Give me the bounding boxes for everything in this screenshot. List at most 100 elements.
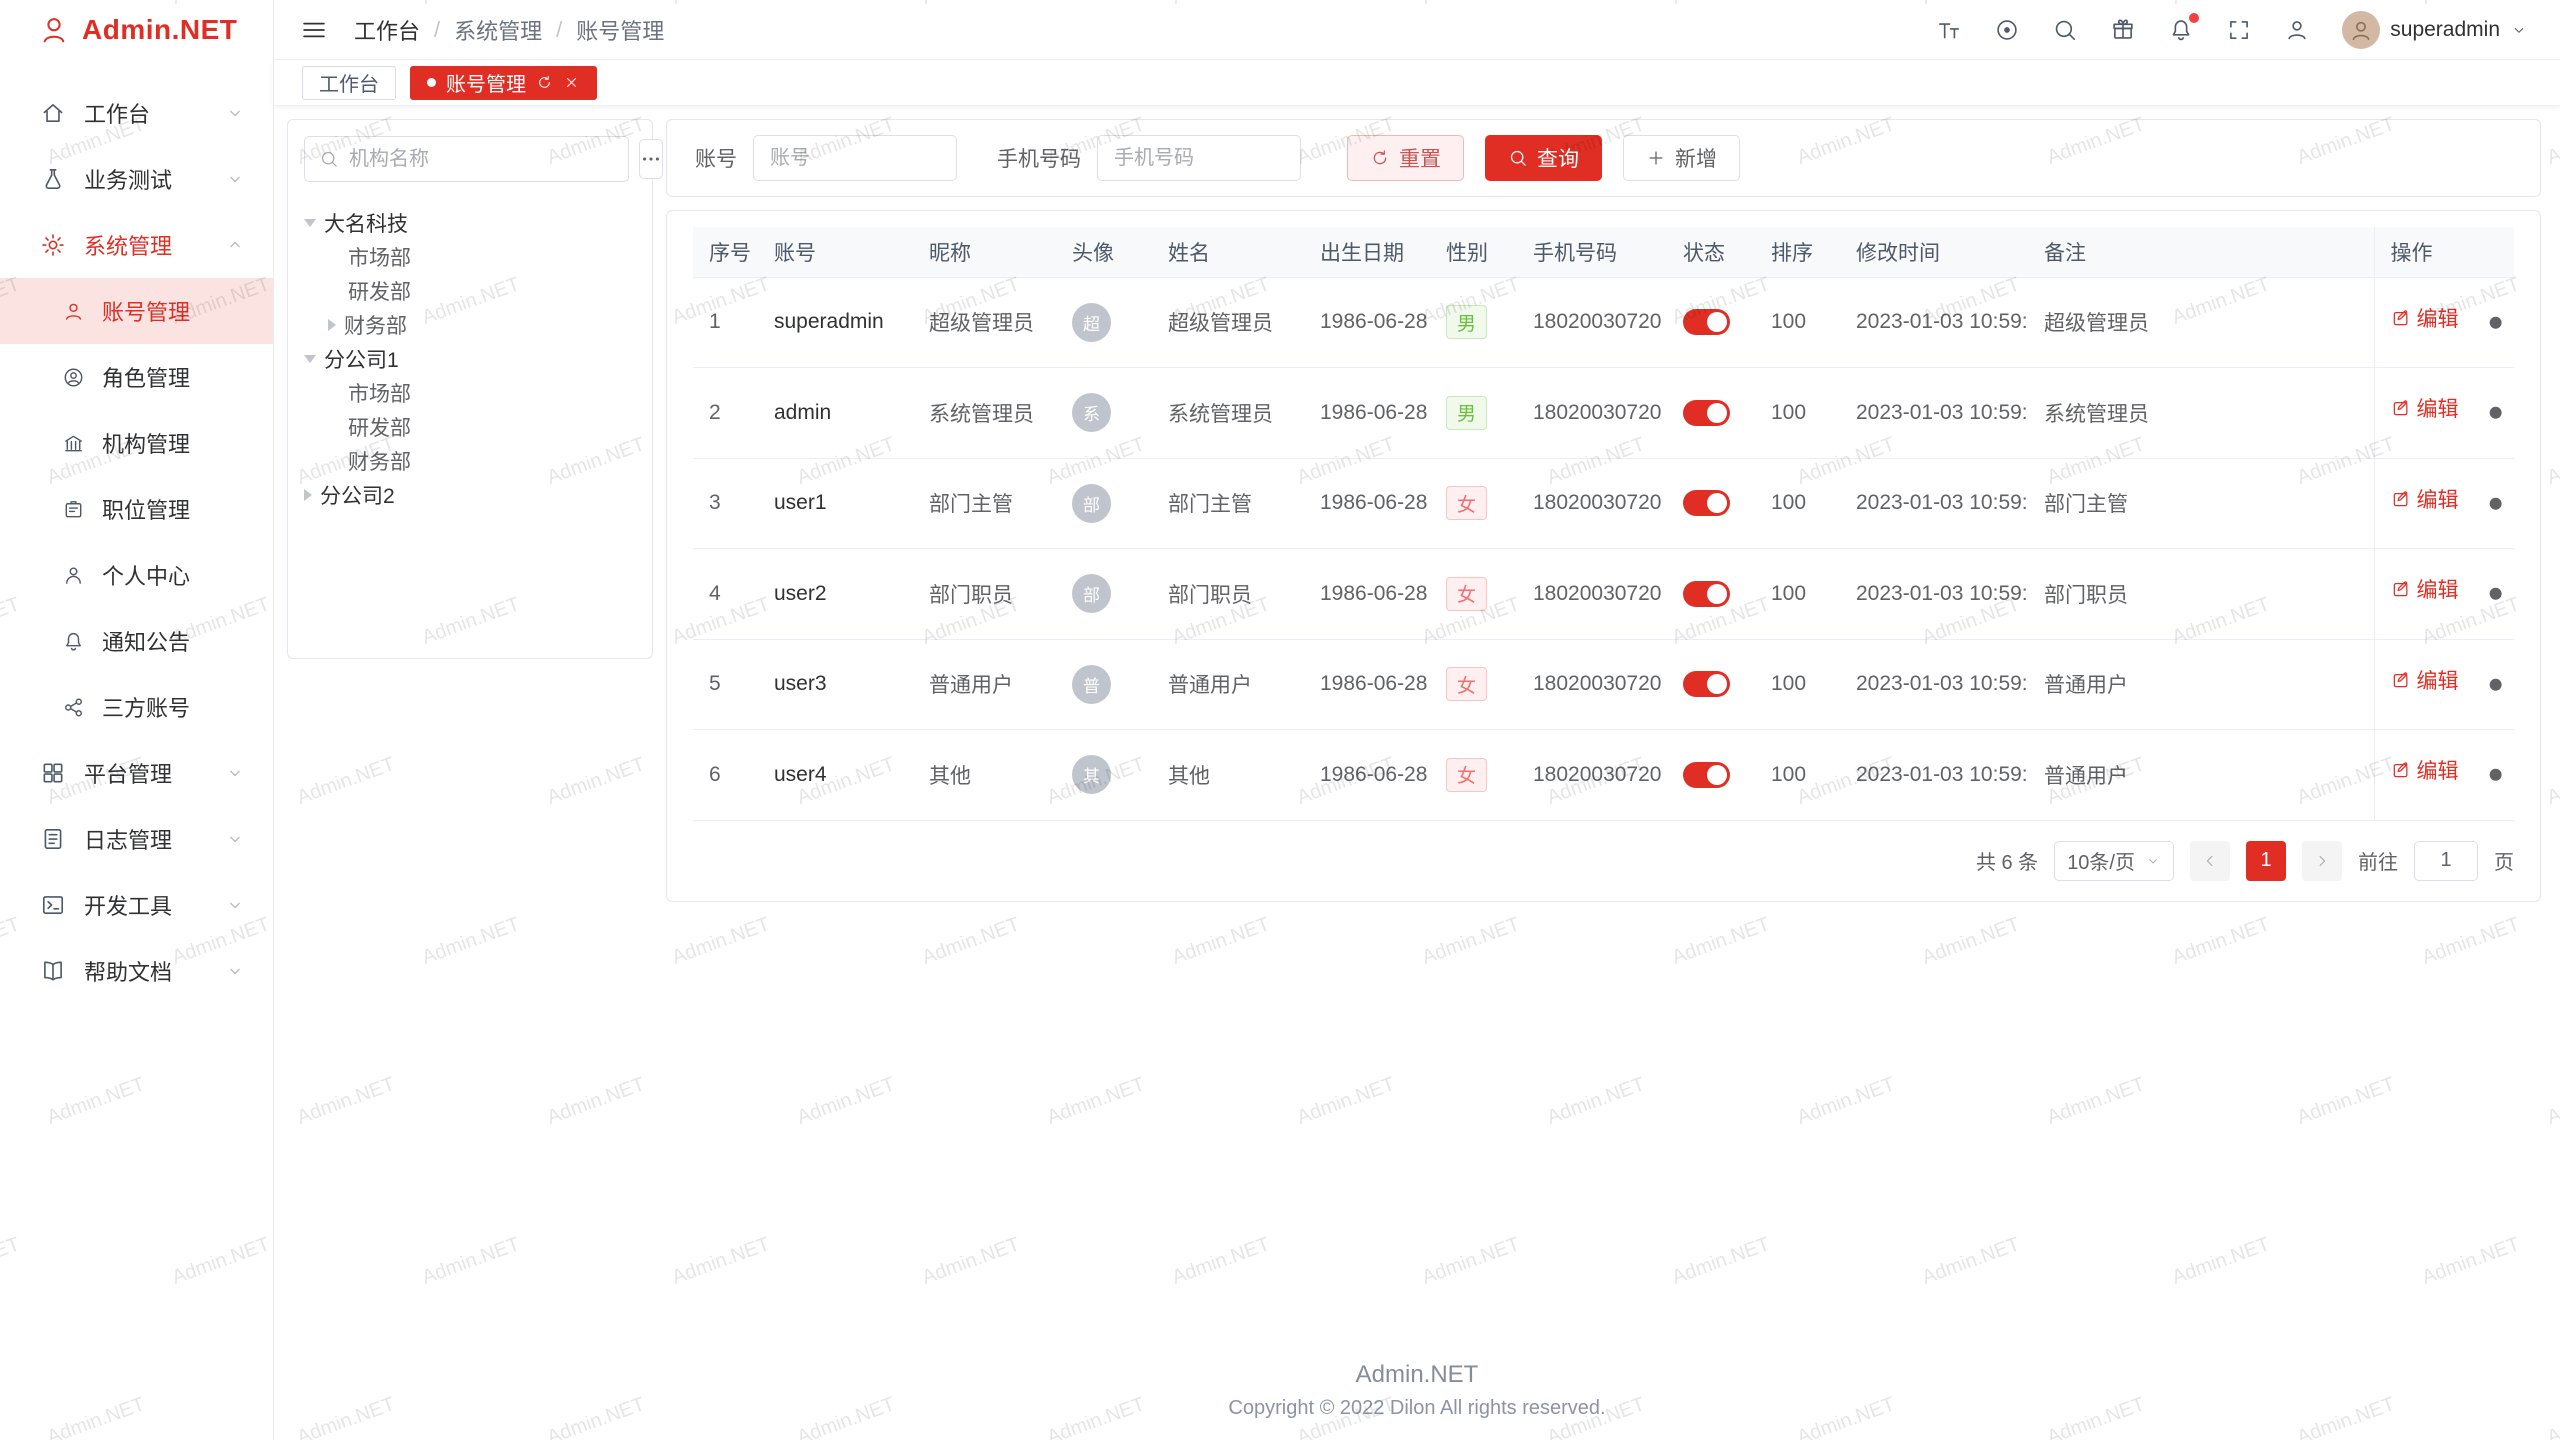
tree-more-button[interactable] <box>639 139 663 179</box>
sidebar-item-log-mgmt[interactable]: 日志管理 <box>0 806 273 872</box>
next-page-button[interactable] <box>2302 841 2342 881</box>
tree-node-company[interactable]: 分公司2 <box>304 478 636 512</box>
tree-node-dept[interactable]: 研发部 <box>304 410 636 444</box>
app-root: Admin.NET 工作台 业务测试 系统管理 <box>0 0 2560 1440</box>
gift-icon[interactable] <box>2110 17 2136 43</box>
sidebar-item-business-test[interactable]: 业务测试 <box>0 146 273 212</box>
edit-button[interactable]: 编辑 <box>2391 393 2459 423</box>
tree-node-dept[interactable]: 市场部 <box>304 376 636 410</box>
grid-icon <box>40 760 66 786</box>
sidebar-subitem-thirdparty[interactable]: 三方账号 <box>0 674 273 740</box>
table-header-row: 序号 账号 昵称 头像 姓名 出生日期 性别 手机号码 状态 排序 修改时间 <box>693 227 2514 277</box>
logo[interactable]: Admin.NET <box>0 0 273 60</box>
sidebar-subitem-profile-center[interactable]: 个人中心 <box>0 542 273 608</box>
org-tree: 大名科技 市场部 研发部 财务部 分公司1 <box>304 206 636 512</box>
notification-icon[interactable] <box>2168 17 2194 43</box>
edit-button[interactable]: 编辑 <box>2391 665 2459 695</box>
col-account: 账号 <box>758 227 913 277</box>
font-size-icon[interactable] <box>1936 17 1962 43</box>
breadcrumb-item[interactable]: 工作台 <box>354 14 420 46</box>
tab-active-dot <box>427 78 436 87</box>
tab-account-mgmt[interactable]: 账号管理 <box>410 66 597 100</box>
more-button[interactable] <box>2477 640 2515 730</box>
goto-page-input[interactable] <box>2414 841 2478 881</box>
org-search-input[interactable] <box>349 148 614 171</box>
chevron-down-icon <box>2145 853 2161 869</box>
col-actions: 操作 <box>2374 227 2514 277</box>
status-toggle[interactable] <box>1683 671 1730 697</box>
status-toggle[interactable] <box>1683 762 1730 788</box>
sidebar-item-workbench[interactable]: 工作台 <box>0 80 273 146</box>
col-status: 状态 <box>1667 227 1755 277</box>
page-size-select[interactable]: 10条/页 <box>2054 841 2174 881</box>
tree-node-company[interactable]: 分公司1 <box>304 342 636 376</box>
row-avatar: 普 <box>1072 665 1111 704</box>
tree-node-dept[interactable]: 研发部 <box>304 274 636 308</box>
edit-button[interactable]: 编辑 <box>2391 484 2459 514</box>
prev-page-button[interactable] <box>2190 841 2230 881</box>
page-number-button[interactable]: 1 <box>2246 841 2286 881</box>
caret-down-icon <box>304 219 316 227</box>
breadcrumb-item[interactable]: 系统管理 <box>454 14 542 46</box>
col-phone: 手机号码 <box>1517 227 1667 277</box>
menu-collapse-icon[interactable] <box>300 16 328 44</box>
logo-text: Admin.NET <box>82 14 237 46</box>
sidebar-subitem-role-mgmt[interactable]: 角色管理 <box>0 344 273 410</box>
edit-button[interactable]: 编辑 <box>2391 755 2459 785</box>
reset-button[interactable]: 重置 <box>1347 135 1464 181</box>
accounts-table: 序号 账号 昵称 头像 姓名 出生日期 性别 手机号码 状态 排序 修改时间 <box>693 227 2514 821</box>
theme-icon[interactable] <box>1994 17 2020 43</box>
chevron-down-icon <box>225 895 245 915</box>
more-button[interactable] <box>2477 459 2515 549</box>
status-toggle[interactable] <box>1683 490 1730 516</box>
more-button[interactable] <box>2477 368 2515 458</box>
sidebar-item-help-docs[interactable]: 帮助文档 <box>0 938 273 1004</box>
tree-node-dept[interactable]: 市场部 <box>304 240 636 274</box>
breadcrumb-item[interactable]: 账号管理 <box>576 14 664 46</box>
tree-node-company[interactable]: 大名科技 <box>304 206 636 240</box>
status-toggle[interactable] <box>1683 581 1730 607</box>
row-avatar: 系 <box>1072 393 1111 432</box>
edit-button[interactable]: 编辑 <box>2391 574 2459 604</box>
tree-node-dept[interactable]: 财务部 <box>304 308 636 342</box>
page-unit-label: 页 <box>2494 846 2514 875</box>
sidebar-item-dev-tools[interactable]: 开发工具 <box>0 872 273 938</box>
edit-icon <box>2391 489 2411 509</box>
add-button[interactable]: 新增 <box>1623 135 1740 181</box>
user-menu[interactable]: superadmin <box>2342 11 2528 49</box>
status-toggle[interactable] <box>1683 400 1730 426</box>
more-button[interactable] <box>2477 549 2515 639</box>
more-button[interactable] <box>2477 278 2515 368</box>
sidebar-subitem-notice[interactable]: 通知公告 <box>0 608 273 674</box>
fullscreen-icon[interactable] <box>2226 17 2252 43</box>
sidebar-item-system-mgmt[interactable]: 系统管理 <box>0 212 273 278</box>
gender-badge: 男 <box>1446 396 1487 430</box>
col-order: 排序 <box>1755 227 1840 277</box>
row-avatar: 部 <box>1072 574 1111 613</box>
search-button[interactable]: 查询 <box>1485 135 1602 181</box>
table-card: 序号 账号 昵称 头像 姓名 出生日期 性别 手机号码 状态 排序 修改时间 <box>666 210 2541 902</box>
table-row: 6 user4 其他 其 其他 1986-06-28 女 18020030720… <box>693 730 2514 821</box>
caret-right-icon <box>304 489 312 501</box>
more-button[interactable] <box>2477 730 2515 820</box>
user-icon[interactable] <box>2284 17 2310 43</box>
search-icon[interactable] <box>2052 17 2078 43</box>
sidebar-item-platform-mgmt[interactable]: 平台管理 <box>0 740 273 806</box>
refresh-icon[interactable] <box>536 74 553 91</box>
sidebar-subitem-org-mgmt[interactable]: 机构管理 <box>0 410 273 476</box>
edit-icon <box>2391 308 2411 328</box>
account-input[interactable] <box>753 135 957 181</box>
sidebar-subitem-position-mgmt[interactable]: 职位管理 <box>0 476 273 542</box>
edit-icon <box>2391 670 2411 690</box>
tab-workbench[interactable]: 工作台 <box>302 66 396 100</box>
search-icon <box>319 149 339 169</box>
sidebar-subitem-account-mgmt[interactable]: 账号管理 <box>0 278 273 344</box>
breadcrumb-separator: / <box>556 17 562 43</box>
gear-icon <box>40 232 66 258</box>
phone-input[interactable] <box>1097 135 1301 181</box>
edit-button[interactable]: 编辑 <box>2391 303 2459 333</box>
phone-label: 手机号码 <box>997 143 1081 173</box>
status-toggle[interactable] <box>1683 309 1730 335</box>
close-icon[interactable] <box>563 74 580 91</box>
tree-node-dept[interactable]: 财务部 <box>304 444 636 478</box>
